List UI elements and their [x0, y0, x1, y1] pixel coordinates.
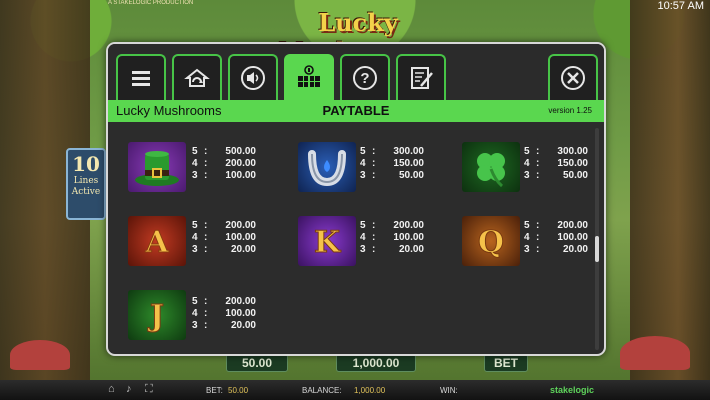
svg-text:A: A — [144, 225, 169, 260]
balance-display-box: 1,000.00 — [336, 354, 416, 372]
version-label: version 1.25 — [548, 106, 592, 115]
mushroom-decoration — [620, 336, 690, 370]
letter-q-icon: Q — [477, 225, 504, 261]
symbol-clover-tile — [462, 142, 520, 192]
game-name-label: Lucky Mushrooms — [116, 103, 222, 118]
tab-history[interactable] — [396, 54, 446, 100]
svg-text:K: K — [314, 225, 341, 260]
producer-text: A STAKELOGIC PRODUCTION — [108, 0, 194, 6]
balance-value: 1,000.00 — [354, 386, 386, 395]
tab-autoplay[interactable] — [172, 54, 222, 100]
paytable-j: 5:200.00 4:100.00 3:20.00 — [192, 296, 256, 331]
scrollbar[interactable] — [595, 128, 599, 350]
tab-help[interactable]: ? — [340, 54, 390, 100]
home-icon[interactable]: ⌂ — [108, 383, 115, 395]
sound-icon — [241, 66, 265, 90]
dialog-header: Lucky Mushrooms PAYTABLE version 1.25 — [108, 100, 604, 122]
leprechaun-hat-icon — [135, 151, 179, 186]
lines-count: 10 — [72, 152, 100, 176]
close-icon — [561, 66, 585, 90]
stake-display[interactable]: 50.00 — [226, 354, 288, 372]
tab-menu[interactable] — [116, 54, 166, 100]
close-button[interactable] — [548, 54, 598, 100]
symbol-k-tile: K — [298, 216, 356, 266]
horseshoe-icon — [308, 150, 346, 187]
symbol-j-tile: J — [128, 290, 186, 340]
speaker-icon[interactable]: ♪ — [126, 383, 132, 395]
bet-value: 50.00 — [228, 386, 249, 395]
letter-j-icon: J — [146, 299, 164, 335]
paytable-clover: 5:300.00 4:150.00 3:50.00 — [524, 146, 588, 181]
letter-a-icon: A — [144, 225, 170, 261]
paytable-q: 5:200.00 4:100.00 3:20.00 — [524, 220, 588, 255]
brand-logo: stakelogic — [550, 385, 595, 395]
game-controls: 50.00 1,000.00 BET — [200, 354, 530, 374]
lines-active-badge: 10 Lines Active — [66, 148, 106, 220]
letter-k-icon: K — [313, 225, 341, 261]
dialog-tabs: ? — [108, 44, 604, 100]
paytable-hat: 5:500.00 4:200.00 3:100.00 — [192, 146, 256, 181]
svg-text:Q: Q — [478, 225, 504, 260]
scrollbar-thumb[interactable] — [595, 235, 599, 262]
game-logo: Lucky Mushrooms — [279, 8, 438, 66]
help-icon: ? — [353, 66, 377, 90]
clock: 10:57 AM — [657, 0, 704, 12]
bet-button[interactable]: BET — [484, 354, 528, 372]
tab-sound[interactable] — [228, 54, 278, 100]
paytable-k: 5:200.00 4:100.00 3:20.00 — [360, 220, 424, 255]
four-leaf-clover-icon — [477, 153, 505, 188]
mushroom-decoration — [10, 340, 70, 370]
svg-text:J: J — [147, 299, 164, 334]
status-bar: ⌂ ♪ ⛶ BET: 50.00 BALANCE: 1,000.00 WIN: … — [0, 380, 710, 400]
lines-label: Lines — [73, 176, 99, 186]
paytable-content: 5:500.00 4:200.00 3:100.00 5:300.00 4:15… — [108, 122, 604, 354]
symbol-a-tile: A — [128, 216, 186, 266]
win-label: WIN: — [440, 386, 458, 395]
svg-text:?: ? — [360, 70, 369, 87]
paytable-dialog: ? Lucky Mushrooms PAYTABLE version 1.25 — [106, 42, 606, 356]
history-icon — [411, 67, 433, 89]
symbol-horseshoe-tile — [298, 142, 356, 192]
balance-label: BALANCE: — [302, 386, 342, 395]
symbol-hat-tile — [128, 142, 186, 192]
fullscreen-icon[interactable]: ⛶ — [145, 383, 153, 396]
bet-label: BET: — [206, 386, 223, 395]
paytable-icon — [298, 65, 320, 87]
active-label: Active — [71, 187, 101, 197]
symbol-q-tile: Q — [462, 216, 520, 266]
menu-icon — [132, 71, 150, 86]
paytable-a: 5:200.00 4:100.00 3:20.00 — [192, 220, 256, 255]
tab-paytable[interactable] — [284, 54, 334, 100]
autoplay-icon — [184, 68, 210, 87]
paytable-horseshoe: 5:300.00 4:150.00 3:50.00 — [360, 146, 424, 181]
